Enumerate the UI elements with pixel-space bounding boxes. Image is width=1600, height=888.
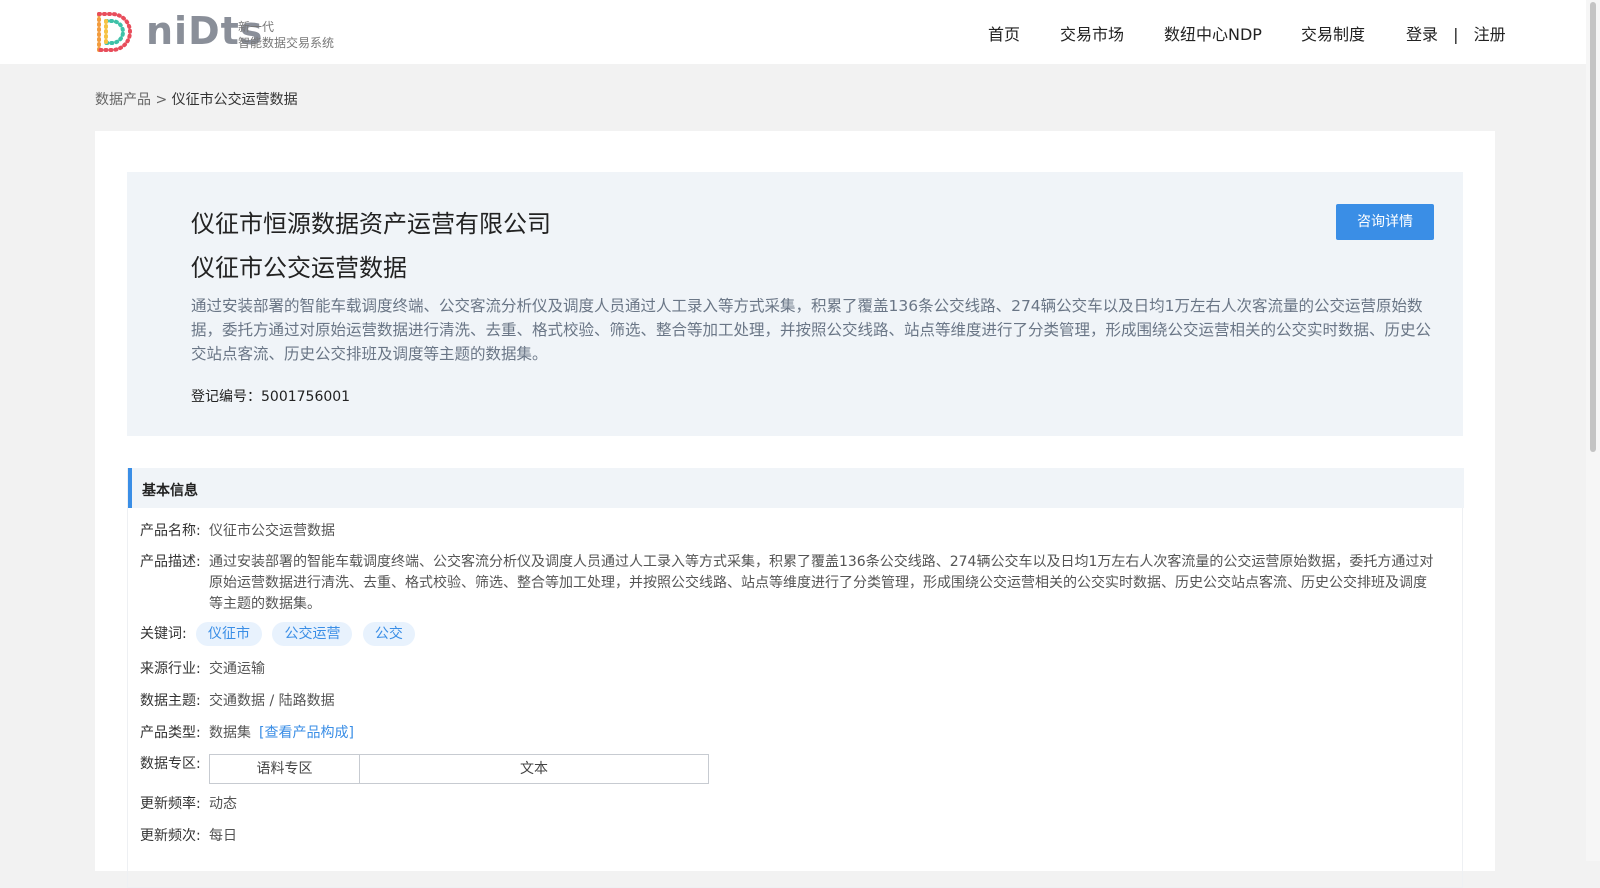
breadcrumb-parent-link[interactable]: 数据产品 (95, 92, 151, 108)
register-link[interactable]: 注册 (1474, 25, 1506, 44)
product-name-value: 仪征市公交运营数据 (209, 523, 335, 539)
update-times-label: 更新频次: (140, 828, 201, 844)
breadcrumb-separator: > (155, 92, 168, 108)
logo-tagline-line1: 新一代 (238, 20, 275, 34)
update-times-value: 每日 (209, 828, 237, 844)
product-name-label: 产品名称: (140, 523, 201, 539)
product-title: 仪征市公交运营数据 (191, 254, 407, 282)
nav-ndp[interactable]: 数纽中心NDP (1164, 21, 1262, 45)
page-scrollbar[interactable] (1586, 0, 1600, 861)
breadcrumb-current: 仪征市公交运营数据 (171, 92, 298, 108)
type-value-wrap: 数据集 [查看产品构成] (209, 723, 1439, 744)
product-detail-card: 仪征市恒源数据资产运营有限公司 仪征市公交运营数据 通过安装部署的智能车载调度终… (95, 131, 1495, 888)
keyword-tag[interactable]: 仪征市 (196, 622, 262, 646)
type-label: 产品类型: (140, 725, 201, 741)
nav-market[interactable]: 交易市场 (1060, 21, 1124, 45)
nav-rules[interactable]: 交易制度 (1301, 21, 1365, 45)
consult-details-button[interactable]: 咨询详情 (1336, 204, 1434, 240)
provider-company: 仪征市恒源数据资产运营有限公司 (191, 210, 551, 238)
auth-links: 登录 | 注册 (1406, 21, 1506, 45)
update-frequency-value: 动态 (209, 796, 237, 812)
type-value: 数据集 (209, 725, 251, 741)
breadcrumb: 数据产品 > 仪征市公交运营数据 (95, 89, 298, 109)
top-navigation-bar: niDts 新一代 智能数据交易系统 首页 交易市场 数纽中心NDP 交易制度 … (0, 0, 1600, 64)
scrollbar-thumb[interactable] (1590, 2, 1596, 452)
industry-value: 交通运输 (209, 661, 265, 677)
logo-tagline: 新一代 智能数据交易系统 (238, 19, 334, 51)
auth-separator: | (1453, 25, 1459, 44)
logo-tagline-line2: 智能数据交易系统 (238, 36, 335, 50)
industry-label: 来源行业: (140, 661, 201, 677)
keywords-list: 仪征市 公交运营 公交 (196, 622, 1426, 646)
keyword-tag[interactable]: 公交 (362, 622, 415, 646)
basic-info-title: 基本信息 (142, 483, 198, 499)
zone-table: 语料专区 文本 (209, 754, 709, 784)
description-value: 通过安装部署的智能车载调度终端、公交客流分析仪及调度人员通过人工录入等方式采集，… (209, 554, 1434, 612)
nav-home[interactable]: 首页 (988, 21, 1020, 45)
logo-d-icon (97, 12, 132, 52)
keywords-label: 关键词: (140, 626, 187, 642)
keyword-tag[interactable]: 公交运营 (272, 622, 353, 646)
zone-cell-category: 语料专区 (210, 755, 360, 783)
zone-cell-subcategory: 文本 (520, 761, 548, 777)
theme-value: 交通数据 / 陆路数据 (209, 693, 335, 709)
basic-info-section: 基本信息 产品名称: 仪征市公交运营数据 产品描述: 通过安装部署的智能车载调度… (127, 468, 1464, 888)
view-composition-link[interactable]: [查看产品构成] (259, 725, 354, 741)
zone-label: 数据专区: (140, 756, 201, 772)
update-frequency-label: 更新频率: (140, 796, 201, 812)
theme-label: 数据主题: (140, 693, 201, 709)
registration-number: 登记编号：5001756001 (191, 389, 351, 405)
product-hero: 仪征市恒源数据资产运营有限公司 仪征市公交运营数据 通过安装部署的智能车载调度终… (127, 172, 1463, 436)
basic-info-header: 基本信息 (128, 468, 1464, 508)
description-label: 产品描述: (140, 554, 201, 570)
login-link[interactable]: 登录 (1406, 25, 1438, 44)
site-logo[interactable]: niDts 新一代 智能数据交易系统 (94, 9, 354, 53)
product-summary: 通过安装部署的智能车载调度终端、公交客流分析仪及调度人员通过人工录入等方式采集，… (191, 297, 1432, 363)
